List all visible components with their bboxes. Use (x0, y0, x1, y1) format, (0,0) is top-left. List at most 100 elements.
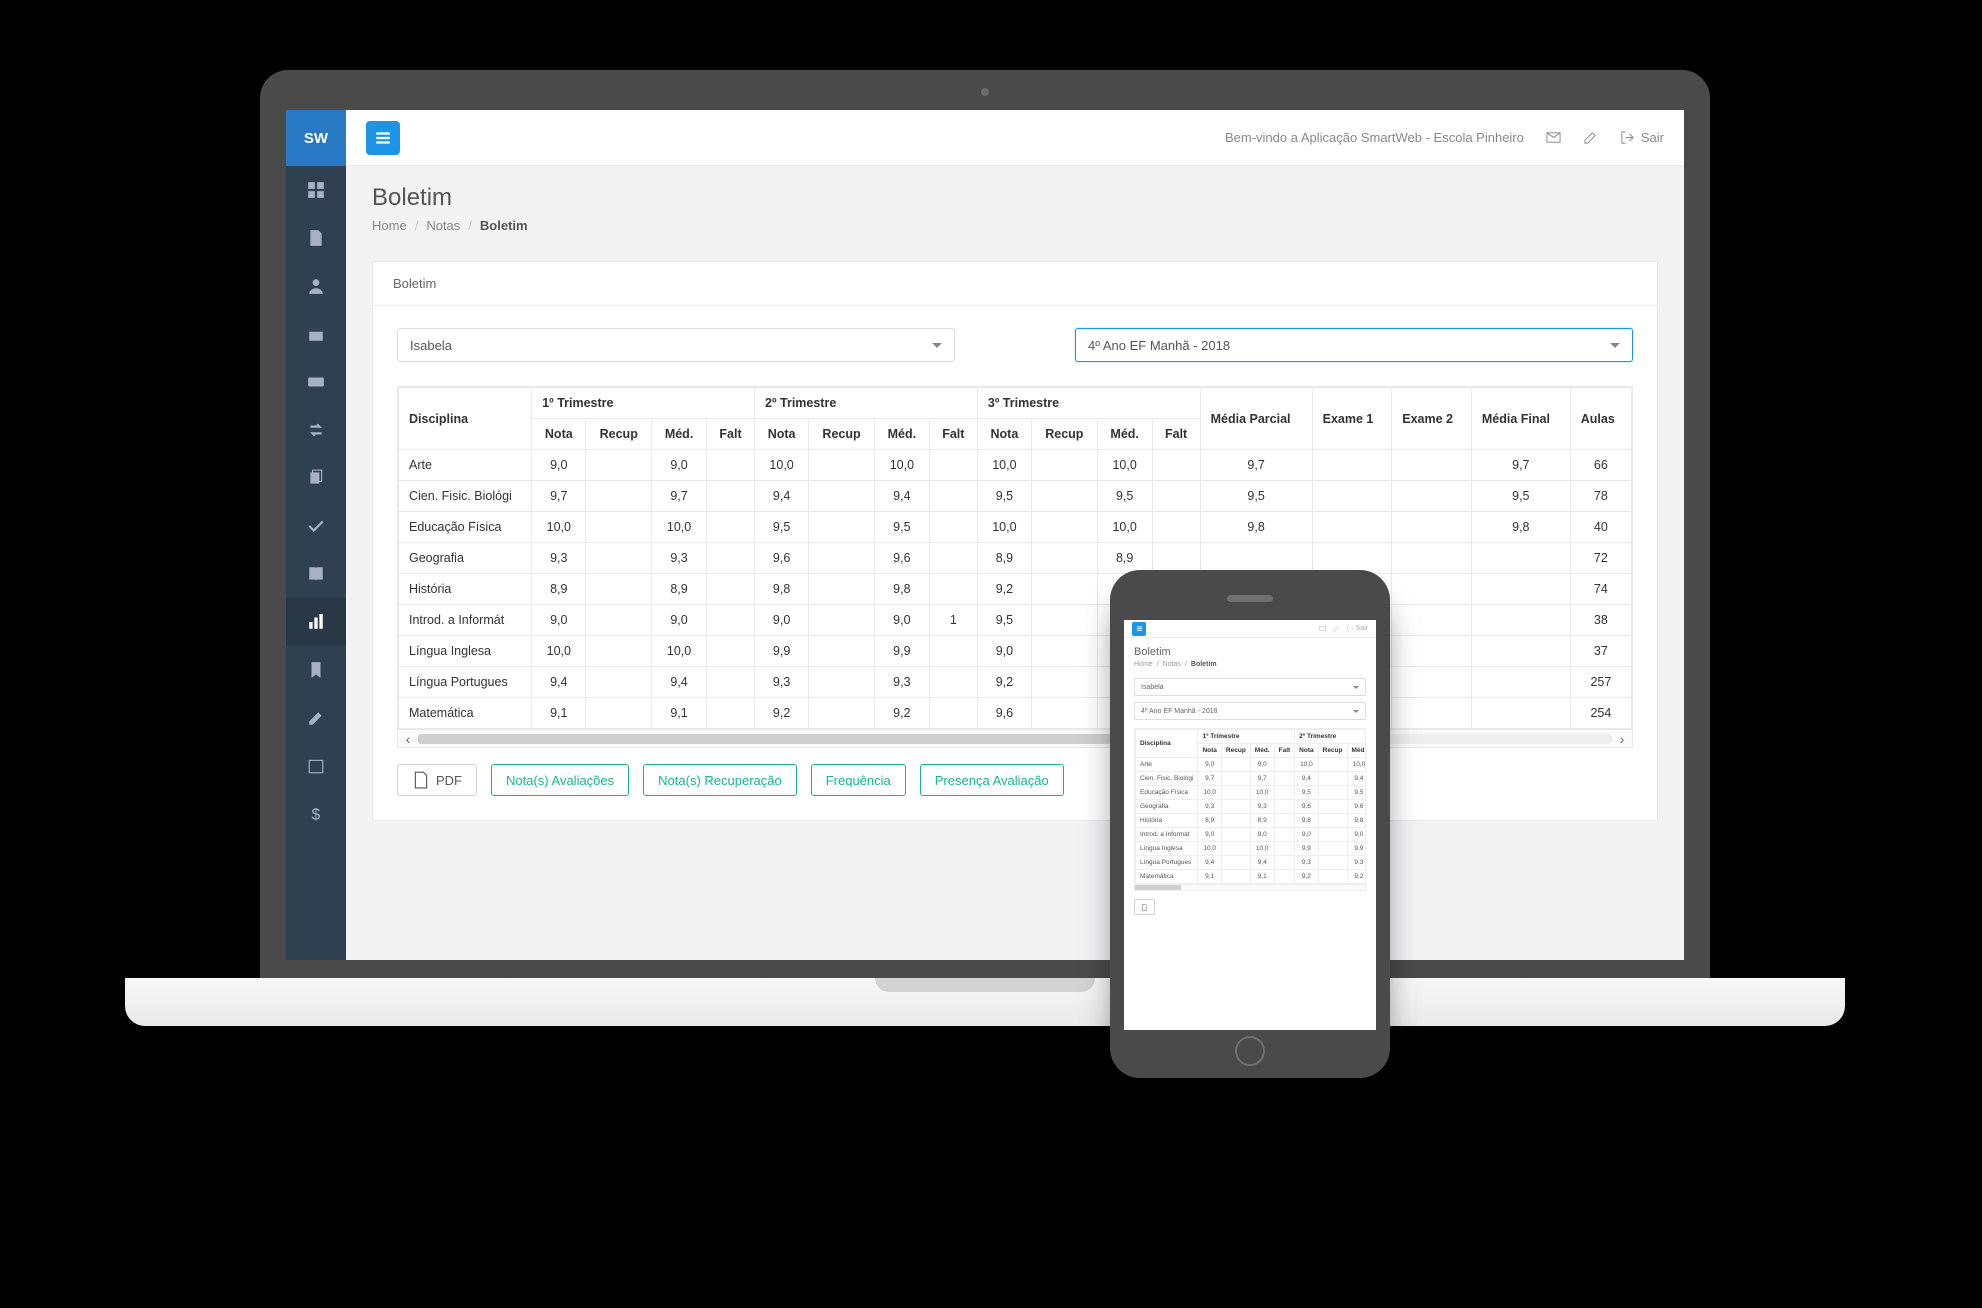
horizontal-scrollbar[interactable]: ‹ › (398, 729, 1632, 747)
topbar: Bem-vindo a Aplicação SmartWeb - Escola … (346, 110, 1684, 166)
pencil-icon[interactable] (1333, 625, 1340, 632)
cell: 9,0 (532, 605, 586, 636)
cell: História (399, 574, 532, 605)
phone-class-select[interactable]: 4º Ano EF Manhã - 2018 (1134, 702, 1366, 720)
hamburger-icon (374, 129, 392, 147)
cell (1200, 543, 1312, 574)
phone-hscroll[interactable] (1135, 884, 1365, 890)
freq-button[interactable]: Frequência (811, 764, 906, 796)
col-exame1: Exame 1 (1312, 388, 1392, 450)
cell (1392, 667, 1472, 698)
pdf-button[interactable]: PDF (397, 764, 477, 796)
breadcrumb-notas[interactable]: Notas (426, 218, 460, 233)
cell (1471, 698, 1570, 729)
cell: 9,7 (652, 481, 707, 512)
sidebar: SW $ (286, 110, 346, 960)
toggle-sidebar-button[interactable] (366, 121, 400, 155)
cell: 10,0 (755, 450, 809, 481)
cell: 9,0 (652, 450, 707, 481)
breadcrumb-home[interactable]: Home (372, 218, 407, 233)
cell (707, 543, 755, 574)
logout-icon (1347, 625, 1354, 632)
chevron-down-icon (1353, 686, 1359, 692)
cell: 9,8 (755, 574, 809, 605)
cell (809, 698, 875, 729)
cell: 8,9 (977, 543, 1031, 574)
scroll-left-icon[interactable]: ‹ (398, 731, 418, 747)
phone-device: Sair Boletim Home/ Notas/ Boletim Isabel… (1110, 570, 1390, 1078)
scroll-track[interactable] (418, 734, 1612, 744)
cell: 9,4 (874, 481, 929, 512)
logout-link[interactable]: Sair (1620, 130, 1664, 145)
table-row: Cien. Fisic. Biológi9,79,79,49,49,59,59,… (399, 481, 1632, 512)
cell (1471, 667, 1570, 698)
nav-docs[interactable] (286, 214, 346, 262)
nav-dashboard[interactable] (286, 166, 346, 214)
cell (929, 481, 977, 512)
cell: 9,2 (755, 698, 809, 729)
cell: 10,0 (1097, 450, 1152, 481)
col-t3: 3º Trimestre (977, 388, 1200, 419)
aval-button[interactable]: Nota(s) Avaliações (491, 764, 629, 796)
phone-body: Sair Boletim Home/ Notas/ Boletim Isabel… (1110, 570, 1390, 1078)
phone-speaker (1227, 595, 1273, 602)
col-exame2: Exame 2 (1392, 388, 1472, 450)
phone-pdf-button[interactable] (1134, 899, 1155, 915)
cell (1031, 450, 1097, 481)
scroll-thumb[interactable] (1135, 885, 1181, 890)
nav-finance[interactable]: $ (286, 790, 346, 838)
mail-link[interactable] (1546, 130, 1561, 145)
cell (809, 574, 875, 605)
recup-button[interactable]: Nota(s) Recuperação (643, 764, 797, 796)
nav-reports[interactable] (286, 598, 346, 646)
cell (809, 512, 875, 543)
breadcrumb-sep: / (415, 218, 419, 233)
cell: 9,3 (532, 543, 586, 574)
table-row: Geografia9,39,39,69,6 (1136, 800, 1367, 814)
cell (586, 450, 652, 481)
cell: 8,9 (1097, 543, 1152, 574)
nav-check[interactable] (286, 502, 346, 550)
nav-schedule[interactable] (286, 742, 346, 790)
cell: 10,0 (652, 636, 707, 667)
phone-home-button[interactable] (1235, 1036, 1265, 1066)
cell (707, 667, 755, 698)
cell: 10,0 (977, 512, 1031, 543)
cell: 9,0 (652, 605, 707, 636)
nav-edit[interactable] (286, 694, 346, 742)
class-select[interactable]: 4º Ano EF Manhã - 2018 (1075, 328, 1633, 362)
cell (1031, 605, 1097, 636)
phone-page-title: Boletim (1134, 646, 1366, 658)
nav-card[interactable] (286, 358, 346, 406)
hamburger-icon (1136, 625, 1143, 632)
edit-link[interactable] (1583, 130, 1598, 145)
scroll-thumb[interactable] (418, 734, 1111, 744)
phone-student-select[interactable]: Isabela (1134, 678, 1366, 696)
student-select[interactable]: Isabela (397, 328, 955, 362)
cell (1312, 481, 1392, 512)
nav-calendar[interactable] (286, 310, 346, 358)
cell: 8,9 (652, 574, 707, 605)
nav-user[interactable] (286, 262, 346, 310)
cell (707, 481, 755, 512)
scroll-right-icon[interactable]: › (1612, 731, 1632, 747)
bar-chart-icon (307, 613, 325, 631)
cell (809, 481, 875, 512)
mail-icon[interactable] (1319, 625, 1326, 632)
pres-button[interactable]: Presença Avaliação (920, 764, 1064, 796)
nav-book[interactable] (286, 550, 346, 598)
mail-icon (1546, 130, 1561, 145)
nav-bookmark[interactable] (286, 646, 346, 694)
cell (929, 543, 977, 574)
nav-copy[interactable] (286, 454, 346, 502)
cell: Matemática (399, 698, 532, 729)
table-row: Introd. a Informát9,09,09,09,019,59,538 (399, 605, 1632, 636)
header-row-1: Disciplina 1º Trimestre 2º Trimestre 3º … (399, 388, 1632, 419)
table-row: Arte9,09,010,010,010,010,09,79,766 (399, 450, 1632, 481)
phone-logout[interactable]: Sair (1347, 625, 1368, 632)
cell: 9,1 (652, 698, 707, 729)
brand-badge[interactable]: SW (286, 110, 346, 166)
nav-swap[interactable] (286, 406, 346, 454)
phone-toggle-sidebar[interactable] (1132, 622, 1146, 636)
class-value: 4º Ano EF Manhã - 2018 (1088, 338, 1230, 353)
